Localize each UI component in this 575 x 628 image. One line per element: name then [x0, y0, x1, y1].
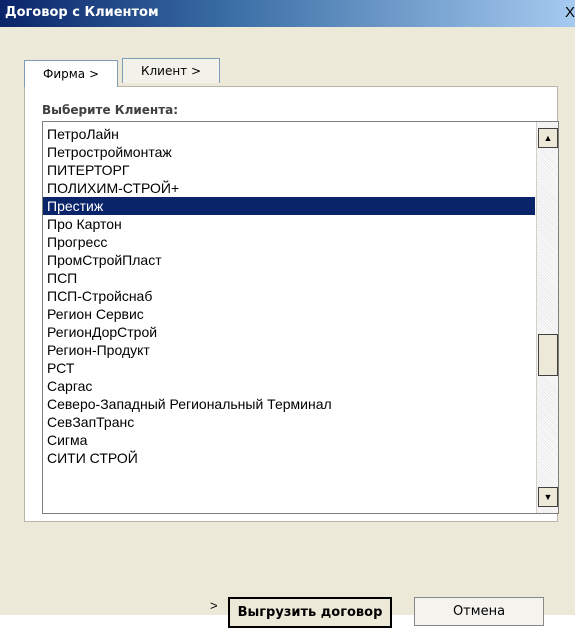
- list-item[interactable]: РегионДорСтрой: [43, 323, 535, 341]
- list-item[interactable]: Саргас: [43, 377, 535, 395]
- close-button[interactable]: X: [563, 4, 575, 22]
- export-arrow-glyph: >: [210, 598, 218, 613]
- client-list-label: Выберите Клиента:: [42, 103, 179, 117]
- scroll-up-button[interactable]: ▲: [538, 128, 558, 148]
- vertical-scrollbar[interactable]: ▲ ▼: [536, 122, 558, 513]
- export-contract-button[interactable]: Выгрузить договор: [228, 597, 392, 628]
- dialog-window: Договор с Клиентом X Фирма > Клиент > Вы…: [0, 0, 575, 628]
- list-item[interactable]: ПромСтройПласт: [43, 251, 535, 269]
- list-item[interactable]: ПОЛИХИМ-СТРОЙ+: [43, 179, 535, 197]
- list-item[interactable]: Регион Сервис: [43, 305, 535, 323]
- tab-client[interactable]: Клиент >: [122, 58, 220, 83]
- list-item[interactable]: Петростроймонтаж: [43, 143, 535, 161]
- scroll-down-button[interactable]: ▼: [538, 487, 558, 507]
- list-item[interactable]: ПетроЛайн: [43, 125, 535, 143]
- list-item[interactable]: Сигма: [43, 431, 535, 449]
- list-item[interactable]: РСТ: [43, 359, 535, 377]
- triangle-down-icon: ▼: [543, 492, 553, 502]
- title-bar[interactable]: Договор с Клиентом X: [0, 0, 575, 27]
- list-item[interactable]: Про Картон: [43, 215, 535, 233]
- list-item[interactable]: ПСП-Стройснаб: [43, 287, 535, 305]
- client-listbox[interactable]: ПетроЛайн Петростроймонтаж ПИТЕРТОРГ ПОЛИХИ…: [42, 121, 559, 514]
- list-item[interactable]: Прогресс: [43, 233, 535, 251]
- list-item[interactable]: СИТИ СТРОЙ: [43, 449, 535, 467]
- list-item[interactable]: ПИТЕРТОРГ: [43, 161, 535, 179]
- list-item[interactable]: Регион-Продукт: [43, 341, 535, 359]
- window-title: Договор с Клиентом: [5, 5, 159, 20]
- cancel-button[interactable]: Отмена: [414, 597, 544, 626]
- triangle-up-icon: ▲: [543, 133, 553, 143]
- list-item[interactable]: ПСП: [43, 269, 535, 287]
- list-item[interactable]: СевЗапТранс: [43, 413, 535, 431]
- list-item[interactable]: Северо-Западный Региональный Терминал: [43, 395, 535, 413]
- list-item-selected[interactable]: Престиж: [43, 197, 535, 215]
- tab-firm[interactable]: Фирма >: [24, 60, 118, 87]
- client-list-items: ПетроЛайн Петростроймонтаж ПИТЕРТОРГ ПОЛИХИ…: [43, 125, 535, 467]
- scroll-thumb[interactable]: [538, 334, 558, 376]
